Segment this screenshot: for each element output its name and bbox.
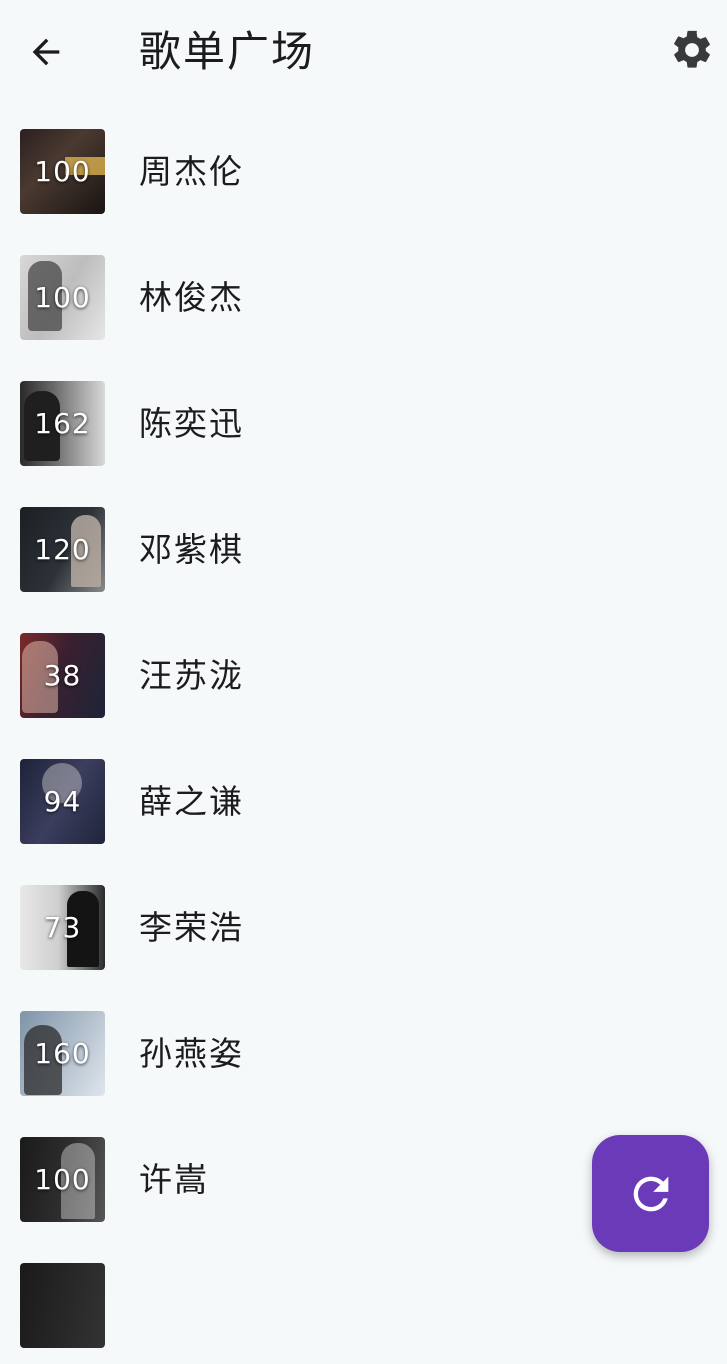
back-button[interactable] bbox=[22, 28, 70, 76]
list-item[interactable]: 160 孙燕姿 bbox=[0, 986, 727, 1112]
song-count: 120 bbox=[34, 533, 91, 566]
app-bar: 歌单广场 bbox=[0, 0, 727, 104]
playlist-name: 邓紫棋 bbox=[139, 530, 244, 569]
playlist-cover: 162 bbox=[20, 381, 105, 466]
playlist-cover: 120 bbox=[20, 507, 105, 592]
playlist-name: 林俊杰 bbox=[139, 278, 244, 317]
list-item[interactable]: 94 薛之谦 bbox=[0, 734, 727, 860]
refresh-button[interactable] bbox=[592, 1135, 709, 1252]
playlist-cover bbox=[20, 1263, 105, 1348]
list-item[interactable]: 100 林俊杰 bbox=[0, 230, 727, 356]
song-count: 100 bbox=[34, 1163, 91, 1196]
list-item[interactable]: 38 汪苏泷 bbox=[0, 608, 727, 734]
song-count: 73 bbox=[43, 911, 82, 944]
song-count: 94 bbox=[43, 785, 82, 818]
list-item[interactable]: 73 李荣浩 bbox=[0, 860, 727, 986]
playlist-name: 周杰伦 bbox=[139, 152, 244, 191]
song-count: 38 bbox=[43, 659, 82, 692]
song-count: 100 bbox=[34, 281, 91, 314]
playlist-cover: 100 bbox=[20, 1137, 105, 1222]
playlist-name: 许嵩 bbox=[139, 1160, 209, 1199]
playlist-name: 陈奕迅 bbox=[139, 404, 244, 443]
refresh-icon bbox=[633, 1176, 668, 1211]
settings-button[interactable] bbox=[668, 26, 716, 74]
playlist-cover: 100 bbox=[20, 129, 105, 214]
list-item[interactable] bbox=[0, 1238, 727, 1364]
page-title: 歌单广场 bbox=[139, 27, 316, 76]
song-count: 100 bbox=[34, 155, 91, 188]
gear-icon bbox=[674, 30, 710, 68]
playlist-name: 孙燕姿 bbox=[139, 1034, 244, 1073]
list-item[interactable]: 120 邓紫棋 bbox=[0, 482, 727, 608]
cover-image bbox=[20, 1263, 105, 1348]
list-item[interactable]: 100 周杰伦 bbox=[0, 104, 727, 230]
playlist-cover: 160 bbox=[20, 1011, 105, 1096]
playlist-name: 薛之谦 bbox=[139, 782, 244, 821]
playlist-name: 汪苏泷 bbox=[139, 656, 244, 695]
list-item[interactable]: 162 陈奕迅 bbox=[0, 356, 727, 482]
arrow-left-icon bbox=[32, 38, 60, 66]
playlist-cover: 100 bbox=[20, 255, 105, 340]
song-count: 162 bbox=[34, 407, 91, 440]
playlist-cover: 38 bbox=[20, 633, 105, 718]
song-count: 160 bbox=[34, 1037, 91, 1070]
playlist-name: 李荣浩 bbox=[139, 908, 244, 947]
playlist-cover: 94 bbox=[20, 759, 105, 844]
playlist-cover: 73 bbox=[20, 885, 105, 970]
